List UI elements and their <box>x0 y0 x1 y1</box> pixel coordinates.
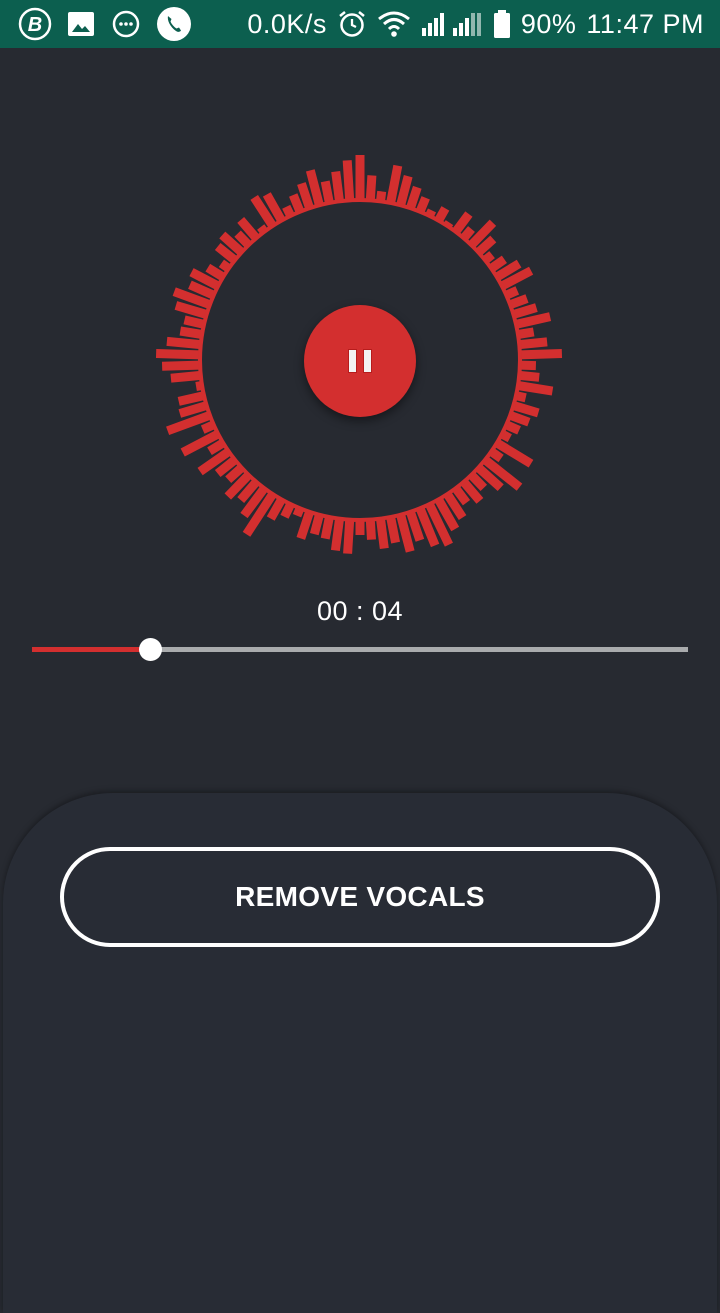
visualizer-bar <box>376 518 389 549</box>
visualizer-bar <box>177 391 206 406</box>
visualizer-bar <box>166 336 202 350</box>
visualizer-bar <box>386 164 403 204</box>
visualizer-bar <box>508 411 531 427</box>
visualizer-bar <box>415 196 430 214</box>
visualizer-bar <box>297 182 314 210</box>
visualizer-bar <box>296 510 314 540</box>
visualizer-bar <box>406 185 422 210</box>
visualizer-bar <box>488 255 507 273</box>
visualizer-bar <box>280 502 295 519</box>
visualizer-bar <box>452 485 471 506</box>
pause-button[interactable] <box>304 305 416 417</box>
battery-level: 90% <box>520 8 577 39</box>
visualizer-bar <box>342 160 355 201</box>
clock: 11:47 PM <box>586 8 704 39</box>
visualizer-bar <box>178 401 208 418</box>
phone-icon <box>156 6 192 42</box>
visualizer-bar <box>289 193 305 214</box>
seek-track[interactable] <box>32 647 688 652</box>
alarm-icon <box>337 9 367 39</box>
visualizer-bar <box>512 401 540 418</box>
visualizer-bar <box>330 518 344 551</box>
visualizer-bar <box>309 513 324 536</box>
seek-bar[interactable] <box>32 636 688 662</box>
message-icon <box>110 8 142 40</box>
remove-vocals-button[interactable]: REMOVE VOCALS <box>60 847 660 947</box>
visualizer-bar <box>468 471 488 492</box>
system-indicators: 0.0K/s 90% 11:47 PM <box>247 9 704 40</box>
visualizer-bar <box>434 206 450 223</box>
visualizer-bar <box>396 175 413 207</box>
visualizer-bar <box>183 315 206 329</box>
visualizer-bar <box>518 370 540 382</box>
visualizer-bar <box>518 337 548 350</box>
visualizer-bar <box>205 263 226 281</box>
signal-icon <box>421 11 483 37</box>
wifi-icon <box>377 10 411 38</box>
visualizer-bar <box>234 230 252 249</box>
b-app-icon: B <box>18 7 52 41</box>
visualizer-bar <box>386 516 401 544</box>
network-speed: 0.0K/s <box>247 8 327 39</box>
visualizer-bar <box>331 171 344 202</box>
notification-icons: B <box>18 6 192 42</box>
visualizer-bar <box>365 175 377 201</box>
elapsed-time: 00 : 04 <box>316 596 404 626</box>
visualizer-bar <box>179 326 203 339</box>
visualizer-bar <box>305 169 324 207</box>
visualizer-bar <box>519 360 537 371</box>
visualizer-bar <box>170 370 202 383</box>
visualizer-bar <box>161 360 201 371</box>
visualizer-bar <box>320 516 334 540</box>
visualizer-bar <box>517 381 554 396</box>
visualizer-bar <box>343 519 355 554</box>
visualizer-bar <box>512 303 538 319</box>
status-bar: B 0.0K/s 90% 11:47 PM <box>0 0 720 48</box>
visualizer-bar <box>504 420 521 435</box>
seek-thumb[interactable] <box>139 638 163 661</box>
visualizer-bar <box>519 349 563 360</box>
visualizer-bar <box>508 294 529 309</box>
visualizer-bar <box>174 301 208 319</box>
visualizer-bar <box>514 312 552 329</box>
image-icon <box>66 9 96 39</box>
visualizer-bar <box>155 349 201 360</box>
battery-icon <box>493 9 511 39</box>
visualizer-bar <box>320 180 334 204</box>
svg-text:B: B <box>28 14 42 36</box>
visualizer-bar <box>517 327 535 339</box>
visualizer-bar <box>207 439 226 456</box>
seek-progress <box>32 647 151 652</box>
visualizer-bar <box>494 439 534 468</box>
pause-icon <box>348 349 372 373</box>
visualizer-bar <box>365 519 376 540</box>
